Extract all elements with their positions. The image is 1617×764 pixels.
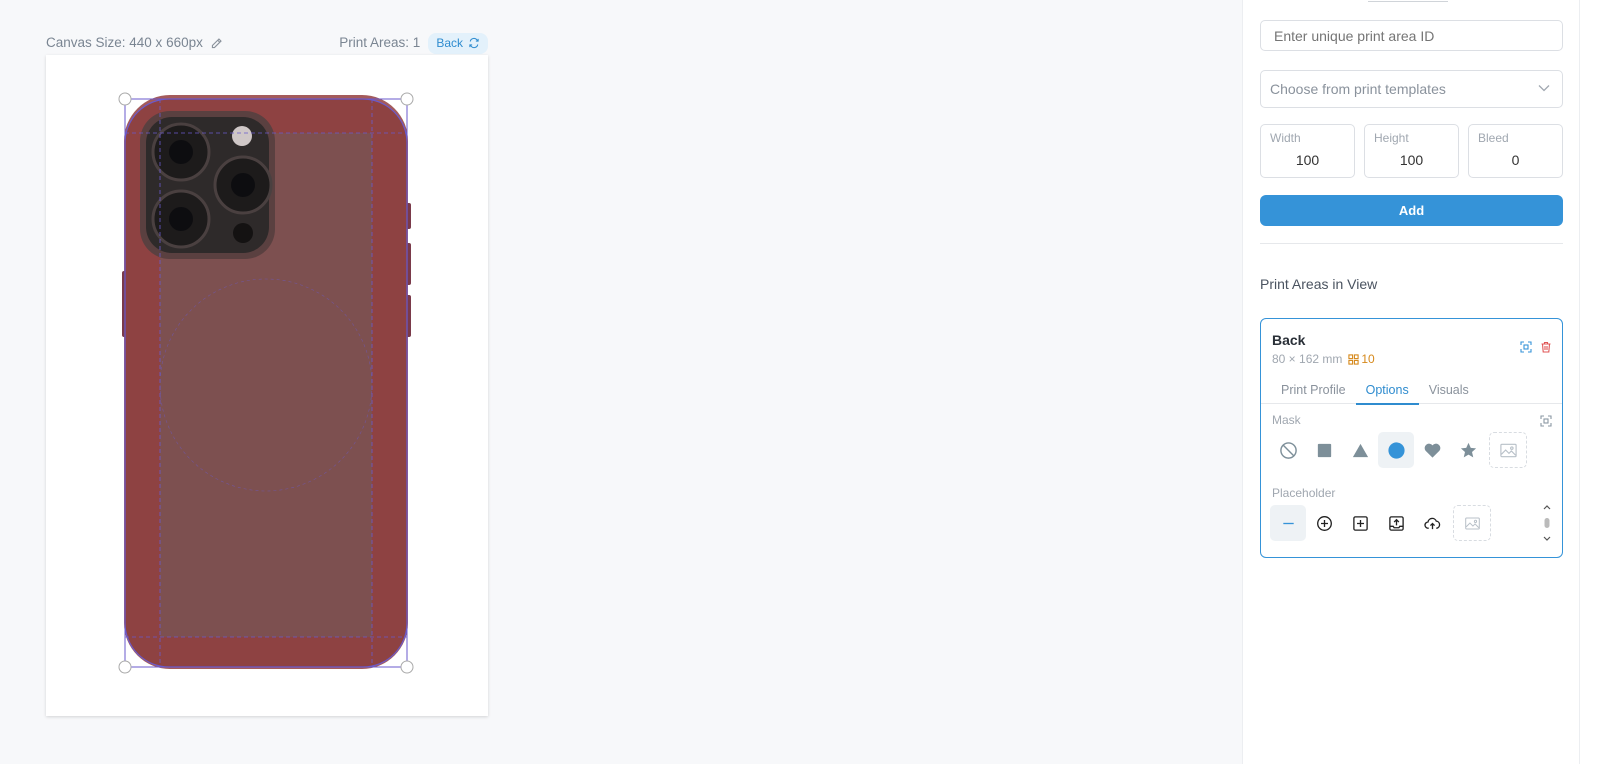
focus-icon[interactable]	[1520, 341, 1532, 353]
trash-icon[interactable]	[1540, 341, 1552, 353]
tab-options[interactable]: Options	[1355, 379, 1419, 405]
print-areas-count: Print Areas: 1	[339, 35, 421, 50]
mask-label: Mask	[1272, 413, 1301, 427]
tab-print-profile[interactable]: Print Profile	[1271, 379, 1356, 403]
image-icon	[1464, 516, 1480, 530]
print-area-meta: 80 × 162 mm 10	[1272, 352, 1375, 366]
placeholder-label: Placeholder	[1272, 486, 1336, 500]
mask-options	[1270, 432, 1527, 468]
print-area-tabs: Print Profile Options Visuals	[1261, 379, 1562, 405]
canvas-size-label: Canvas Size: 440 x 660px	[46, 35, 203, 50]
camera-lens-inner	[169, 140, 193, 164]
width-field[interactable]: Width 100	[1260, 124, 1355, 178]
properties-panel: Choose from print templates Width 100 He…	[1242, 0, 1580, 764]
triangle-icon	[1352, 443, 1368, 457]
chevron-down-icon	[1538, 85, 1550, 92]
switch-view-icon	[469, 37, 479, 49]
pencil-icon[interactable]	[210, 37, 223, 50]
view-badge[interactable]: Back	[428, 32, 488, 54]
cloud-upload-icon	[1423, 517, 1440, 529]
placeholder-plus-circle-button[interactable]	[1306, 505, 1342, 541]
height-label: Height	[1374, 131, 1409, 145]
bleed-field[interactable]: Bleed 0	[1468, 124, 1563, 178]
camera-flash	[232, 126, 252, 146]
print-area-name: Back	[1272, 332, 1306, 348]
print-template-select-label: Choose from print templates	[1270, 81, 1446, 97]
dpi-indicator: 10	[1348, 352, 1375, 366]
phone-mockup	[118, 92, 414, 674]
card-actions	[1520, 341, 1552, 353]
add-button[interactable]: Add	[1260, 195, 1563, 226]
print-areas-summary: Print Areas: 1 Back	[339, 32, 488, 54]
resize-handle-top-right[interactable]	[400, 92, 414, 106]
print-area-dimensions: 80 × 162 mm	[1272, 352, 1343, 366]
minus-icon	[1282, 522, 1294, 524]
resolution-icon	[1348, 353, 1360, 365]
lidar-sensor	[233, 223, 253, 243]
print-area-id-input[interactable]	[1260, 20, 1563, 51]
placeholder-none-button[interactable]	[1270, 505, 1306, 541]
view-badge-label: Back	[436, 36, 463, 50]
width-label: Width	[1270, 131, 1301, 145]
plus-square-icon	[1352, 515, 1368, 531]
mask-star-button[interactable]	[1450, 432, 1486, 468]
placeholder-plus-square-button[interactable]	[1342, 505, 1378, 541]
print-template-select[interactable]: Choose from print templates	[1260, 70, 1563, 108]
divider	[1260, 243, 1563, 244]
print-areas-section-title: Print Areas in View	[1260, 276, 1378, 292]
square-icon	[1317, 443, 1331, 457]
panel-top-remnant	[1368, 0, 1448, 2]
placeholder-upload-button[interactable]	[1378, 505, 1414, 541]
resize-handle-top-left[interactable]	[118, 92, 132, 106]
tab-visuals[interactable]: Visuals	[1419, 379, 1479, 403]
placeholder-options	[1270, 505, 1491, 541]
window-edge	[1580, 0, 1617, 764]
height-value[interactable]: 100	[1365, 152, 1458, 168]
image-icon	[1499, 443, 1517, 457]
print-area-card[interactable]: Back 80 × 162 mm 10 Print Profile Option…	[1260, 318, 1563, 558]
placeholder-cloud-button[interactable]	[1414, 505, 1450, 541]
mask-square-button[interactable]	[1306, 432, 1342, 468]
design-canvas[interactable]	[46, 55, 488, 716]
height-field[interactable]: Height 100	[1364, 124, 1459, 178]
bleed-value[interactable]: 0	[1469, 152, 1562, 168]
dpi-value: 10	[1361, 352, 1375, 366]
no-mask-icon	[1279, 441, 1297, 459]
mask-triangle-button[interactable]	[1342, 432, 1378, 468]
placeholder-image-button[interactable]	[1453, 505, 1491, 541]
mask-image-button[interactable]	[1489, 432, 1527, 468]
heart-icon	[1424, 443, 1440, 458]
mask-circle-button[interactable]	[1378, 432, 1414, 468]
plus-circle-icon	[1316, 515, 1332, 531]
focus-icon[interactable]	[1540, 415, 1552, 427]
camera-lens-inner	[169, 207, 193, 231]
bleed-label: Bleed	[1478, 131, 1509, 145]
mask-none-button[interactable]	[1270, 432, 1306, 468]
star-icon	[1460, 442, 1476, 457]
upload-tray-icon	[1388, 515, 1404, 531]
circle-icon	[1387, 441, 1405, 459]
canvas-size: Canvas Size: 440 x 660px	[46, 32, 223, 54]
scrollbar[interactable]	[1541, 503, 1553, 543]
resize-handle-bottom-right[interactable]	[400, 660, 414, 674]
camera-lens-inner	[231, 173, 255, 197]
resize-handle-bottom-left[interactable]	[118, 660, 132, 674]
mask-heart-button[interactable]	[1414, 432, 1450, 468]
canvas-header: Canvas Size: 440 x 660px Print Areas: 1 …	[46, 32, 488, 54]
width-value[interactable]: 100	[1261, 152, 1354, 168]
dimensions-row: Width 100 Height 100 Bleed 0	[1260, 124, 1563, 178]
